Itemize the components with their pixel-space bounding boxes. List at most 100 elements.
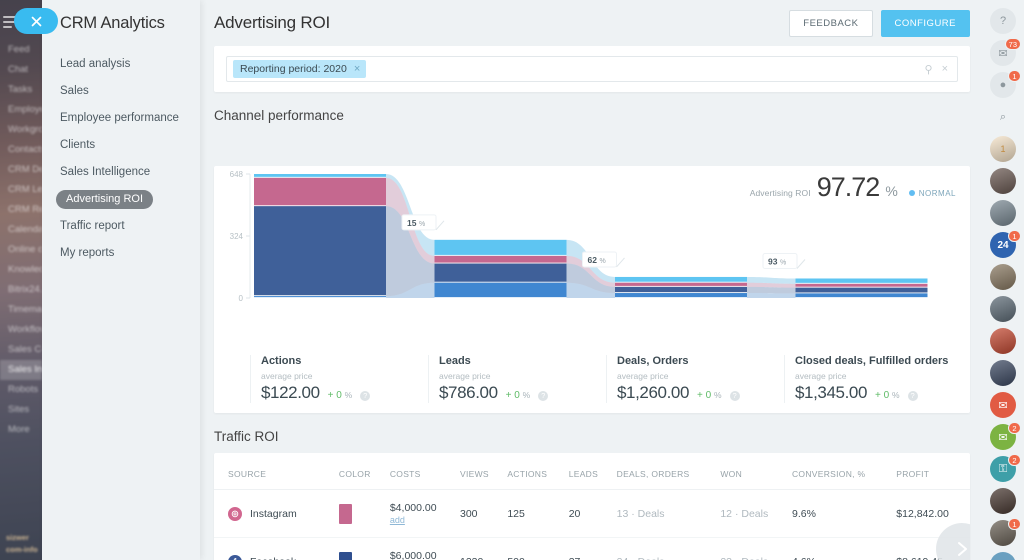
background-menu-item[interactable]: Employees — [0, 100, 42, 120]
user-avatar — [990, 264, 1016, 290]
table-column-header[interactable]: VIEWS — [456, 453, 504, 490]
background-main-menu[interactable]: FeedChatTasksEmployeesWorkgroupsContacts… — [0, 0, 42, 560]
close-icon[interactable]: × — [942, 63, 948, 75]
background-menu-item[interactable]: CRM Reports — [0, 200, 42, 220]
sidebar-item-lead-analysis[interactable]: Lead analysis — [42, 51, 130, 78]
sidebar-item-sales-intelligence[interactable]: Sales Intelligence — [42, 159, 150, 186]
lock-button[interactable]: ⚿ 2 — [990, 454, 1021, 484]
cell-views: 1230 — [456, 537, 504, 560]
sidebar-item-advertising-roi[interactable]: Advertising ROI — [56, 190, 154, 209]
cell-deals-orders: 24 · Deals — [612, 537, 717, 560]
table-row[interactable]: ◎ Instagram $4,000.00 add 300 125 20 13 · Deals… — [214, 489, 970, 538]
table-column-header[interactable]: COLOR — [334, 453, 386, 490]
user-avatar-button[interactable] — [990, 360, 1018, 388]
chat-button[interactable]: ● 1 — [990, 70, 1021, 100]
funnel-bar-segment[interactable] — [434, 255, 567, 264]
user-avatar-button[interactable] — [990, 168, 1018, 196]
badge-count: 1 — [1008, 70, 1021, 82]
background-menu-item[interactable]: Timeman — [0, 300, 42, 320]
axis-tick-label: 648 — [230, 170, 244, 179]
lock-button[interactable]: ⚿ — [990, 552, 1018, 560]
background-menu-item[interactable]: Chat — [0, 60, 42, 80]
table-row[interactable]: fFacebook$6,000.00add12305003724 · Deals… — [214, 537, 970, 560]
analytics-nav-row: Clients — [42, 132, 200, 159]
close-icon[interactable]: × — [354, 63, 360, 75]
table-column-header[interactable]: CONVERSION, % — [787, 453, 893, 490]
user-avatar-button[interactable] — [990, 264, 1018, 292]
facebook-icon: f — [228, 554, 242, 560]
background-menu-item[interactable]: Workflows — [0, 320, 42, 340]
mail-group-button[interactable]: ✉ — [990, 392, 1018, 420]
sidebar-item-sales[interactable]: Sales — [42, 78, 89, 105]
background-menu-item[interactable]: Feed — [0, 40, 42, 60]
page-title: Advertising ROI — [214, 13, 331, 32]
background-menu-item[interactable]: Workgroups — [0, 120, 42, 140]
background-menu-item[interactable]: Calendar — [0, 220, 42, 240]
help-button[interactable]: ? — [990, 8, 1018, 36]
close-panel-button[interactable] — [14, 8, 58, 34]
feedback-button[interactable]: FEEDBACK — [789, 9, 873, 37]
funnel-bar-segment[interactable] — [254, 206, 386, 297]
info-icon[interactable]: ? — [907, 391, 918, 401]
table-column-header[interactable]: PROFIT — [892, 453, 970, 490]
add-cost-link[interactable]: add — [390, 515, 452, 525]
background-menu-item[interactable]: Sales Center — [0, 340, 42, 360]
configure-button[interactable]: CONFIGURE — [880, 9, 970, 37]
table-column-header[interactable]: DEALS, ORDERS — [612, 453, 717, 490]
search-icon[interactable]: ⚲ — [925, 63, 933, 76]
cell-color[interactable] — [334, 489, 386, 538]
funnel-stage-delta: + 0 % — [327, 390, 353, 401]
table-column-header[interactable]: LEADS — [564, 453, 613, 490]
info-icon[interactable]: ? — [729, 391, 740, 401]
search-button[interactable]: ⌕ — [990, 104, 1018, 132]
color-swatch[interactable] — [338, 503, 352, 524]
background-menu-item[interactable]: Robots — [0, 380, 42, 400]
funnel-bar-segment[interactable] — [434, 282, 567, 298]
badge-count: 1 — [1008, 230, 1021, 242]
won-suffix: · Deals — [735, 556, 768, 560]
background-menu-item[interactable]: Tasks — [0, 80, 42, 100]
background-menu-item[interactable]: Knowledge — [0, 260, 42, 280]
background-menu-list: FeedChatTasksEmployeesWorkgroupsContacts… — [0, 40, 42, 440]
background-menu-item[interactable]: More — [0, 420, 42, 440]
funnel-bar-segment[interactable] — [434, 263, 567, 283]
background-menu-item[interactable]: Sites — [0, 400, 42, 420]
filter-chip-reporting-period[interactable]: Reporting period: 2020 × — [233, 60, 367, 78]
funnel-bar-segment[interactable] — [254, 177, 386, 207]
table-body: ◎ Instagram $4,000.00 add 300 125 20 13 · Deals… — [214, 489, 970, 560]
sidebar-item-traffic-report[interactable]: Traffic report — [42, 213, 125, 240]
sidebar-item-clients[interactable]: Clients — [42, 132, 95, 159]
cell-conversion: 9.6% — [787, 489, 893, 538]
sidebar-item-employee-performance[interactable]: Employee performance — [42, 105, 179, 132]
user-avatar-button[interactable]: 1 — [990, 518, 1021, 548]
table-column-header[interactable]: ACTIONS — [503, 453, 565, 490]
user-avatar-button[interactable] — [990, 296, 1018, 324]
user-avatar-button[interactable] — [990, 488, 1018, 516]
notifications-bell-button[interactable]: ✉ 73 — [990, 38, 1021, 68]
user-avatar-button[interactable] — [990, 328, 1018, 356]
funnel-conversion-label: 93% — [762, 252, 806, 269]
table-column-header[interactable]: SOURCE — [214, 453, 335, 490]
svg-text:15: 15 — [407, 218, 417, 228]
background-menu-item[interactable]: Sales Intel — [0, 360, 42, 380]
sidebar-item-my-reports[interactable]: My reports — [42, 240, 114, 267]
user-avatar-button[interactable] — [990, 200, 1018, 228]
background-menu-item[interactable]: Contacts — [0, 140, 42, 160]
cell-color[interactable] — [334, 537, 386, 560]
info-icon[interactable]: ? — [360, 391, 371, 401]
background-menu-item[interactable]: CRM Deals — [0, 160, 42, 180]
info-icon[interactable]: ? — [538, 391, 549, 401]
table-column-header[interactable]: COSTS — [385, 453, 456, 490]
background-menu-item[interactable]: Online docs — [0, 240, 42, 260]
color-swatch[interactable] — [338, 551, 352, 560]
funnel-bar-segment[interactable] — [434, 239, 567, 256]
filter-input-box[interactable]: Reporting period: 2020 × ⚲ × — [226, 56, 958, 82]
bitrix24-button[interactable]: 24 1 — [990, 230, 1021, 260]
mail-group-button[interactable]: ✉ 2 — [990, 422, 1021, 452]
table-column-header[interactable]: WON — [716, 453, 788, 490]
background-menu-item[interactable]: CRM Leads — [0, 180, 42, 200]
background-menu-item[interactable]: Bitrix24.Dr — [0, 280, 42, 300]
birthday-avatar-button[interactable]: 1 — [990, 136, 1018, 164]
cell-deals-orders: 13 · Deals — [612, 489, 717, 538]
deals-orders-value: 13 — [616, 507, 629, 520]
